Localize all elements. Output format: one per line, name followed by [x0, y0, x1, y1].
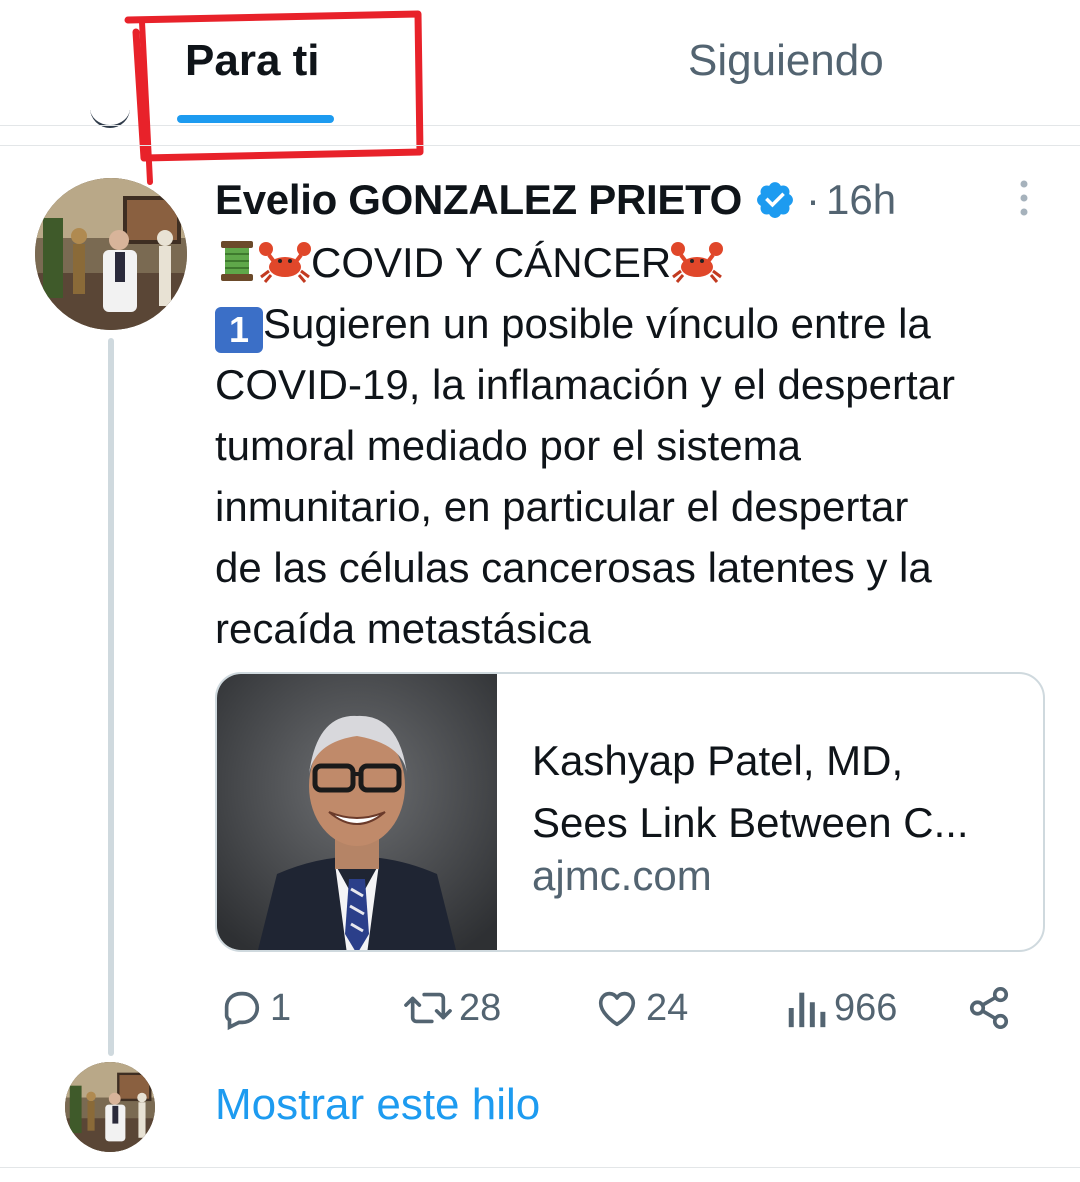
- avatar[interactable]: [35, 178, 187, 330]
- like-icon: [598, 991, 636, 1027]
- more-icon[interactable]: [1014, 180, 1034, 216]
- tab-following[interactable]: Siguiendo: [688, 36, 884, 86]
- crab-icon: [259, 242, 311, 283]
- tweet-line-text: Sugieren un posible vínculo entre la: [263, 300, 931, 347]
- tweet-actions: 1 28 24 966: [0, 985, 1080, 1045]
- retweet-count: 28: [459, 986, 502, 1029]
- tweet-text: COVID Y CÁNCER 1 Sugieren un posible vínc…: [215, 232, 1055, 659]
- card-title: Kashyap Patel, MD, Sees Link Between C..…: [532, 730, 1032, 854]
- share-icon: [969, 987, 1009, 1029]
- retweet-button[interactable]: 28: [403, 985, 501, 1031]
- thread-line: [108, 338, 114, 1056]
- tweet-line: COVID-19, la inflamación y el despertar: [215, 361, 955, 408]
- share-button[interactable]: [966, 985, 1012, 1031]
- retweet-icon: [404, 992, 452, 1024]
- card-title-line: Kashyap Patel, MD,: [532, 737, 904, 784]
- keycap-one-icon: 1: [215, 307, 263, 353]
- spool-icon: [221, 241, 253, 281]
- tweet-line: 1 Sugieren un posible vínculo entre la: [215, 293, 1055, 354]
- views-count: 966: [834, 986, 898, 1029]
- crab-icon: [671, 242, 724, 283]
- tweet-line: de las células cancerosas latentes y la: [215, 544, 932, 591]
- tweet-line: COVID Y CÁNCER: [215, 232, 1055, 293]
- show-thread-link[interactable]: Mostrar este hilo: [215, 1080, 540, 1130]
- views-icon: [788, 992, 826, 1028]
- timestamp[interactable]: 16h: [826, 176, 896, 224]
- verified-icon: [757, 182, 793, 218]
- divider: [0, 1167, 1080, 1168]
- separator-dot: ·: [806, 176, 821, 223]
- card-title-line: Sees Link Between C...: [532, 799, 969, 846]
- author-name[interactable]: Evelio GONZALEZ PRIETO: [215, 176, 742, 224]
- card-domain: ajmc.com: [532, 852, 712, 899]
- active-tab-indicator: [177, 115, 334, 123]
- like-count: 24: [646, 986, 689, 1029]
- views-button[interactable]: 966: [784, 985, 897, 1031]
- avatar[interactable]: [65, 1062, 155, 1152]
- divider: [0, 145, 1080, 146]
- reply-button[interactable]: 1: [218, 985, 291, 1031]
- reply-count: 1: [270, 986, 292, 1029]
- tab-for-you[interactable]: Para ti: [185, 36, 320, 86]
- reply-icon: [224, 991, 260, 1031]
- tweet-headline: COVID Y CÁNCER: [311, 239, 672, 286]
- like-button[interactable]: 24: [594, 985, 688, 1031]
- tweet-line: tumoral mediado por el sistema: [215, 422, 801, 469]
- card-thumbnail: [217, 674, 497, 950]
- tab-bar: Para ti Siguiendo: [0, 0, 1080, 128]
- link-card[interactable]: Kashyap Patel, MD, Sees Link Between C..…: [215, 672, 1045, 952]
- tweet-header: Evelio GONZALEZ PRIETO · 16h: [215, 172, 896, 228]
- tweet-line: recaída metastásica: [215, 605, 591, 652]
- divider: [0, 125, 1080, 126]
- tweet-line: inmunitario, en particular el despertar: [215, 483, 909, 530]
